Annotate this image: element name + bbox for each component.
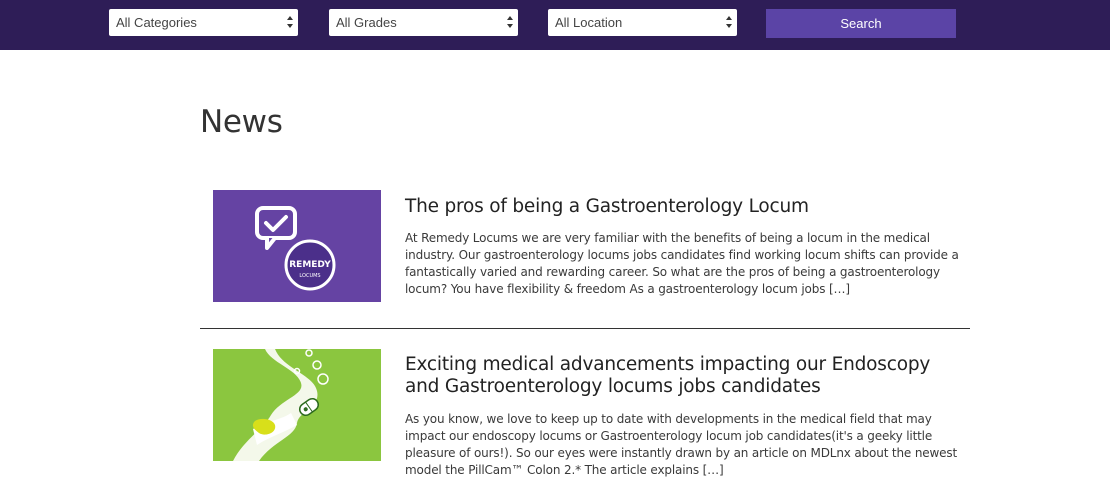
grade-select-value: All Grades [336,15,397,30]
article-thumbnail-link[interactable]: REMEDY LOCUMS [213,190,381,302]
search-filter-bar: All Categories All Grades All Location S… [0,0,1110,50]
news-article: Exciting medical advancements impacting … [213,349,963,500]
news-article: REMEDY LOCUMS The pros of being a Gastro… [213,190,963,305]
location-select[interactable]: All Location [548,9,737,36]
category-select-value: All Categories [116,15,197,30]
svg-text:LOCUMS: LOCUMS [299,273,320,279]
select-arrows-icon [507,16,513,28]
article-excerpt: At Remedy Locums we are very familiar wi… [405,231,959,296]
location-select-value: All Location [555,15,623,30]
article-title-link[interactable]: The pros of being a Gastroenterology Loc… [405,196,965,218]
category-select[interactable]: All Categories [109,9,298,36]
article-divider [200,328,970,329]
pillcam-thumbnail [213,349,381,461]
search-button[interactable]: Search [766,9,956,38]
page-title: News [200,104,283,140]
article-thumbnail-link[interactable] [213,349,381,461]
select-arrows-icon [726,16,732,28]
article-excerpt: As you know, we love to keep up to date … [405,412,958,477]
article-title-link[interactable]: Exciting medical advancements impacting … [405,354,965,398]
svg-text:REMEDY: REMEDY [289,260,331,270]
remedy-locums-thumbnail: REMEDY LOCUMS [213,190,381,302]
select-arrows-icon [287,16,293,28]
grade-select[interactable]: All Grades [329,9,518,36]
